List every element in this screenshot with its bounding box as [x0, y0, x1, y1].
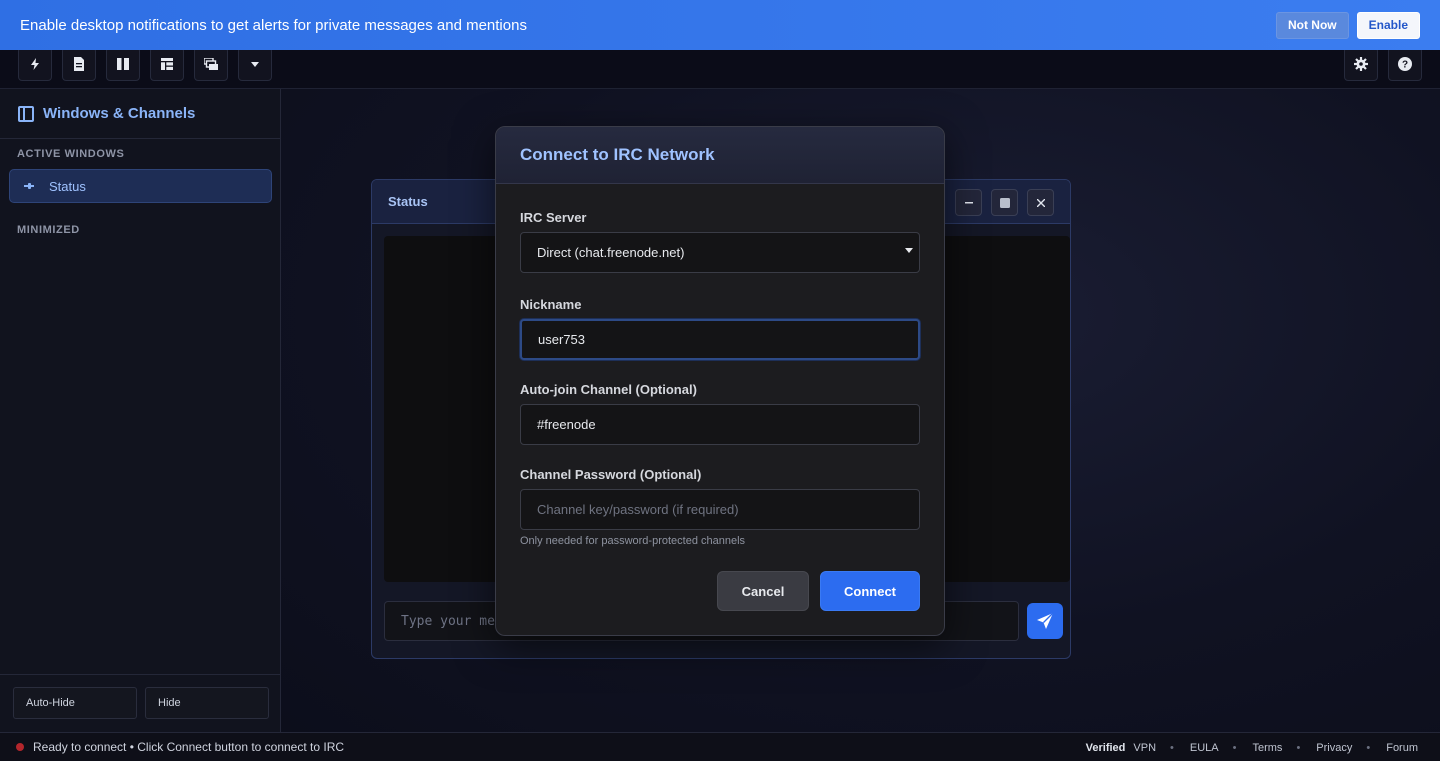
help-icon[interactable]: ? — [1388, 47, 1422, 81]
close-icon[interactable] — [1027, 189, 1054, 216]
dropdown-caret-icon[interactable] — [238, 47, 272, 81]
nickname-value: user753 — [538, 332, 585, 347]
layout-icon[interactable] — [150, 47, 184, 81]
autojoin-label: Auto-join Channel (Optional) — [520, 382, 697, 397]
eula-link[interactable]: EULA — [1190, 742, 1219, 754]
dialog-title: Connect to IRC Network — [520, 145, 715, 164]
channel-password-field[interactable]: Channel key/password (if required) — [520, 489, 920, 530]
send-button[interactable] — [1027, 603, 1063, 639]
status-window-icon — [24, 181, 34, 191]
terms-link[interactable]: Terms — [1252, 742, 1282, 754]
auto-hide-button[interactable]: Auto-Hide — [13, 687, 137, 719]
lightning-icon[interactable] — [18, 47, 52, 81]
connection-status-indicator — [16, 743, 24, 751]
privacy-link[interactable]: Privacy — [1316, 742, 1352, 754]
separator-dot: • — [1296, 741, 1301, 754]
sidebar: Windows & Channels ACTIVE WINDOWS Status… — [0, 89, 281, 732]
columns-icon[interactable] — [106, 47, 140, 81]
separator-dot: • — [1232, 741, 1237, 754]
sidebar-item-label: Status — [49, 178, 86, 194]
password-hint: Only needed for password-protected chann… — [520, 535, 746, 547]
vpn-link[interactable]: VPN — [1133, 742, 1156, 754]
cascade-windows-icon[interactable] — [194, 47, 228, 81]
status-window-title: Status — [388, 194, 428, 209]
maximize-icon[interactable] — [991, 189, 1018, 216]
connect-button[interactable]: Connect — [820, 571, 920, 611]
settings-gear-icon[interactable] — [1344, 47, 1378, 81]
sidebar-footer: Auto-Hide Hide — [0, 674, 280, 732]
minimize-icon[interactable] — [955, 189, 982, 216]
svg-text:?: ? — [1402, 60, 1408, 71]
active-windows-heading: ACTIVE WINDOWS — [17, 148, 125, 160]
cancel-button[interactable]: Cancel — [717, 571, 809, 611]
separator-dot: • — [1170, 741, 1174, 754]
document-icon[interactable] — [62, 47, 96, 81]
send-icon — [1037, 612, 1054, 629]
nickname-label: Nickname — [520, 297, 582, 312]
irc-server-select[interactable]: Direct (chat.freenode.net) — [520, 232, 920, 273]
enable-button[interactable]: Enable — [1356, 11, 1420, 39]
forum-link[interactable]: Forum — [1386, 742, 1418, 754]
hide-button[interactable]: Hide — [145, 687, 269, 719]
sidebar-panel-icon[interactable] — [18, 105, 34, 122]
footer-links: Verified VPN • EULA • Terms • Privacy • … — [1078, 733, 1418, 761]
irc-server-value: Direct (chat.freenode.net) — [537, 245, 685, 260]
sidebar-item-status[interactable]: Status — [9, 169, 272, 203]
verified-badge: Verified — [1085, 741, 1126, 754]
sidebar-header: Windows & Channels — [0, 89, 280, 139]
chevron-down-icon — [905, 248, 913, 253]
sidebar-title: Windows & Channels — [43, 105, 196, 122]
autojoin-value: #freenode — [537, 417, 596, 432]
irc-server-label: IRC Server — [520, 210, 587, 225]
notification-banner: Enable desktop notifications to get aler… — [0, 0, 1440, 50]
autojoin-channel-field[interactable]: #freenode — [520, 404, 920, 445]
not-now-button[interactable]: Not Now — [1275, 11, 1349, 39]
status-message: Ready to connect • Click Connect button … — [33, 740, 345, 754]
notification-message: Enable desktop notifications to get aler… — [20, 16, 527, 34]
separator-dot: • — [1366, 741, 1371, 754]
channel-password-label: Channel Password (Optional) — [520, 467, 702, 482]
status-bar: Ready to connect • Click Connect button … — [0, 732, 1440, 761]
connect-dialog: Connect to IRC Network IRC Server Direct… — [495, 126, 945, 636]
dialog-header: Connect to IRC Network — [496, 127, 944, 184]
channel-password-placeholder: Channel key/password (if required) — [537, 502, 739, 517]
minimized-heading: MINIMIZED — [17, 224, 80, 236]
nickname-field[interactable]: user753 — [520, 319, 920, 360]
toolbar: ? — [0, 47, 1440, 89]
